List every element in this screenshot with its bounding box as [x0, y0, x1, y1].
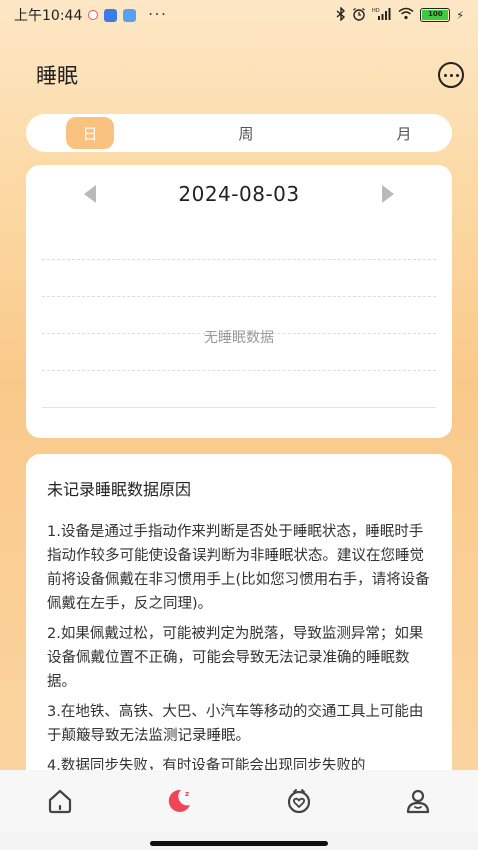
chart-baseline	[42, 407, 436, 408]
wifi-icon	[398, 7, 414, 23]
more-dot-icon	[449, 73, 453, 77]
date-navigator: 2024-08-03	[26, 179, 452, 209]
profile-icon	[407, 789, 430, 814]
status-time: 上午10:44	[14, 8, 83, 24]
alarm-icon	[352, 7, 366, 24]
tab-sleep[interactable]: zz	[159, 781, 199, 821]
reason-paragraph: 1.设备是通过手指动作来判断是否处于睡眠状态，睡眠时手指动作较多可能使设备误判断…	[47, 524, 430, 612]
tab-day[interactable]: 日	[26, 114, 156, 152]
tab-month-label: 月	[396, 124, 412, 143]
previous-date-button[interactable]	[84, 185, 96, 203]
sleep-moon-icon: zz	[169, 789, 191, 812]
more-dot-icon	[455, 73, 459, 77]
location-notification-icon	[88, 10, 99, 20]
cellular-signal-icon: HD	[372, 7, 392, 24]
tab-month[interactable]: 月	[316, 114, 452, 152]
battery-level: 100	[422, 10, 449, 20]
health-heart-icon	[287, 789, 310, 814]
battery-icon: 100	[420, 8, 451, 22]
more-notifications-icon: ···	[148, 7, 168, 23]
sleep-chart-card: 2024-08-03 无睡眠数据	[26, 165, 452, 438]
bluetooth-icon	[336, 5, 346, 24]
period-segmented-control: 日 周 月	[26, 114, 452, 152]
tab-week[interactable]: 周	[156, 114, 316, 152]
charging-icon: ⚡	[456, 8, 464, 22]
mail-notification-icon	[123, 8, 137, 22]
svg-text:z: z	[185, 790, 189, 798]
reason-paragraph: 2.如果佩戴过松，可能被判定为脱落，导致监测异常；如果设备佩戴位置不正确，可能会…	[47, 626, 424, 690]
tab-profile[interactable]	[398, 781, 438, 821]
next-date-button[interactable]	[382, 185, 394, 203]
home-icon	[48, 789, 71, 814]
header: 睡眠	[36, 58, 464, 92]
tab-home[interactable]	[40, 781, 80, 821]
more-options-button[interactable]	[438, 62, 464, 88]
home-indicator[interactable]	[150, 841, 328, 846]
app-notification-icon	[104, 8, 118, 22]
reason-paragraph: 3.在地铁、高铁、大巴、小汽车等移动的交通工具上可能由于颠簸导致无法监测记录睡眠…	[47, 704, 424, 744]
reasons-title: 未记录睡眠数据原因	[47, 480, 192, 499]
chart-grid-line	[42, 296, 436, 297]
no-sleep-data-text: 无睡眠数据	[204, 330, 274, 346]
svg-text:HD: HD	[372, 8, 380, 14]
chart-grid-line	[42, 259, 436, 260]
current-date: 2024-08-03	[178, 182, 300, 206]
tab-week-label: 周	[238, 124, 254, 143]
tab-day-label: 日	[66, 117, 114, 149]
page-title: 睡眠	[36, 64, 78, 88]
more-dot-icon	[443, 73, 447, 77]
status-bar: 上午10:44 ··· HD 100 ⚡	[0, 0, 478, 30]
chart-grid-line	[42, 370, 436, 371]
tab-health[interactable]	[279, 781, 319, 821]
bottom-tab-bar: zz	[0, 770, 478, 832]
